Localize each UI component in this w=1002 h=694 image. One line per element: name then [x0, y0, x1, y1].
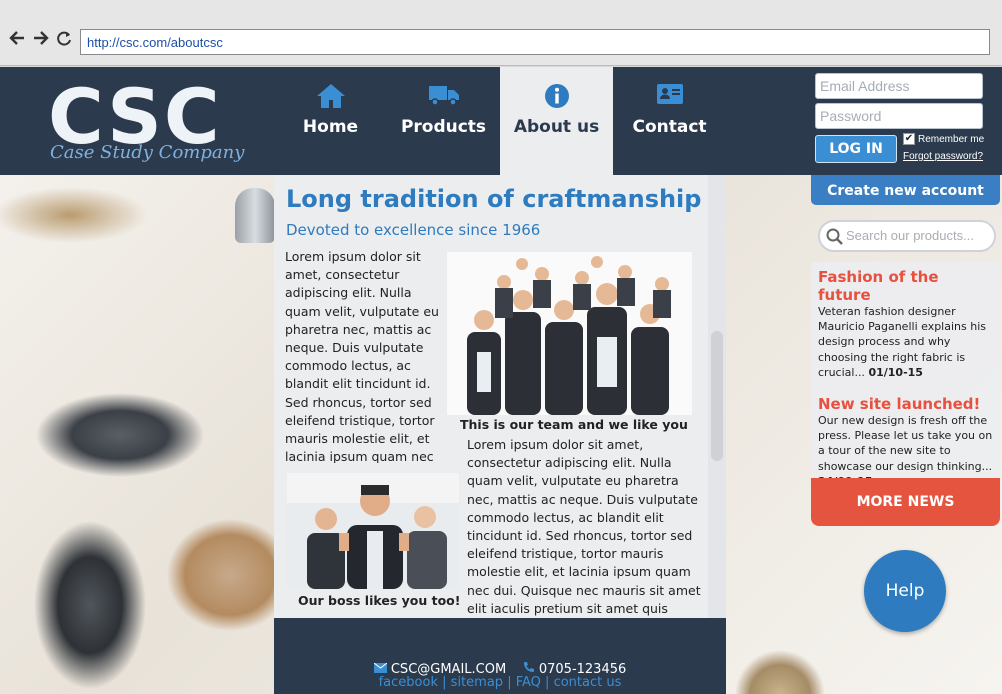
site-header: CSC Case Study Company Home Products Abo… [0, 67, 1002, 175]
search-input[interactable] [846, 228, 991, 243]
body-paragraph-1: Lorem ipsum dolor sit amet, consectetur … [285, 249, 439, 463]
team-photo [447, 252, 692, 415]
footer-link-sitemap[interactable]: sitemap [451, 675, 503, 690]
reload-icon[interactable] [56, 29, 72, 51]
product-search [818, 220, 996, 252]
nav-item-products[interactable]: Products [387, 67, 500, 175]
info-icon [500, 83, 613, 111]
news-title[interactable]: New site launched! [818, 395, 993, 413]
logo-tagline: Case Study Company [50, 142, 245, 163]
page-subtitle: Devoted to excellence since 1966 [286, 221, 541, 239]
home-icon [274, 83, 387, 111]
truck-icon [387, 83, 500, 111]
address-bar[interactable]: http://csc.com/aboutcsc [80, 29, 990, 55]
main-nav: Home Products About us Contact [274, 67, 726, 175]
content-scrollbar[interactable] [708, 175, 726, 618]
body-paragraph-2: Lorem ipsum dolor sit amet, consectetur … [467, 437, 701, 616]
nav-item-contact[interactable]: Contact [613, 67, 726, 175]
forward-arrow-icon[interactable] [32, 29, 50, 51]
search-icon [826, 228, 844, 250]
team-photo-caption: This is our team and we like you [460, 417, 688, 432]
news-item[interactable]: Fashion of the future Veteran fashion de… [818, 268, 993, 380]
email-field[interactable] [815, 73, 983, 99]
news-item[interactable]: New site launched! Our new design is fre… [818, 395, 993, 489]
news-date: 01/10-15 [868, 365, 923, 379]
login-form: LOG IN ✔ Remember me Forgot password? [815, 73, 985, 163]
footer-separator: | [442, 675, 447, 690]
nav-label: Home [302, 117, 359, 137]
nav-label: About us [513, 117, 600, 137]
page-title: Long tradition of craftmanship [286, 185, 702, 213]
create-account-button[interactable]: Create new account [811, 175, 1000, 205]
boss-photo [287, 473, 459, 589]
footer-link-faq[interactable]: FAQ [516, 675, 541, 690]
main-content: Long tradition of craftmanship Devoted t… [274, 175, 726, 618]
footer-separator: | [545, 675, 550, 690]
boss-photo-caption: Our boss likes you too! [298, 593, 461, 608]
back-arrow-icon[interactable] [8, 29, 26, 51]
nav-item-about-us[interactable]: About us [500, 67, 613, 175]
footer-separator: | [507, 675, 512, 690]
footer-link-facebook[interactable]: facebook [379, 675, 438, 690]
nav-label: Contact [632, 117, 707, 137]
password-field[interactable] [815, 103, 983, 129]
news-title[interactable]: Fashion of the future [818, 268, 993, 304]
site-footer: CSC@GMAIL.COM 0705-123456 facebook | sit… [274, 618, 726, 694]
help-button[interactable]: Help [864, 550, 946, 632]
remember-me-label: Remember me [918, 133, 985, 145]
news-panel: Fashion of the future Veteran fashion de… [811, 262, 1000, 488]
thimble-image [235, 188, 275, 243]
news-body: Our new design is fresh off the press. P… [818, 414, 993, 473]
browser-chrome: http://csc.com/aboutcsc [0, 0, 1002, 66]
footer-links: facebook | sitemap | FAQ | contact us [274, 675, 726, 690]
footer-link-contact-us[interactable]: contact us [554, 675, 622, 690]
contact-card-icon [613, 83, 726, 111]
more-news-button[interactable]: MORE NEWS [811, 478, 1000, 526]
forgot-password-link[interactable]: Forgot password? [903, 151, 984, 162]
nav-label: Products [400, 117, 487, 137]
login-button[interactable]: LOG IN [815, 135, 897, 163]
scrollbar-thumb[interactable] [711, 331, 723, 461]
nav-item-home[interactable]: Home [274, 67, 387, 175]
remember-me-checkbox[interactable]: ✔ [903, 133, 915, 145]
